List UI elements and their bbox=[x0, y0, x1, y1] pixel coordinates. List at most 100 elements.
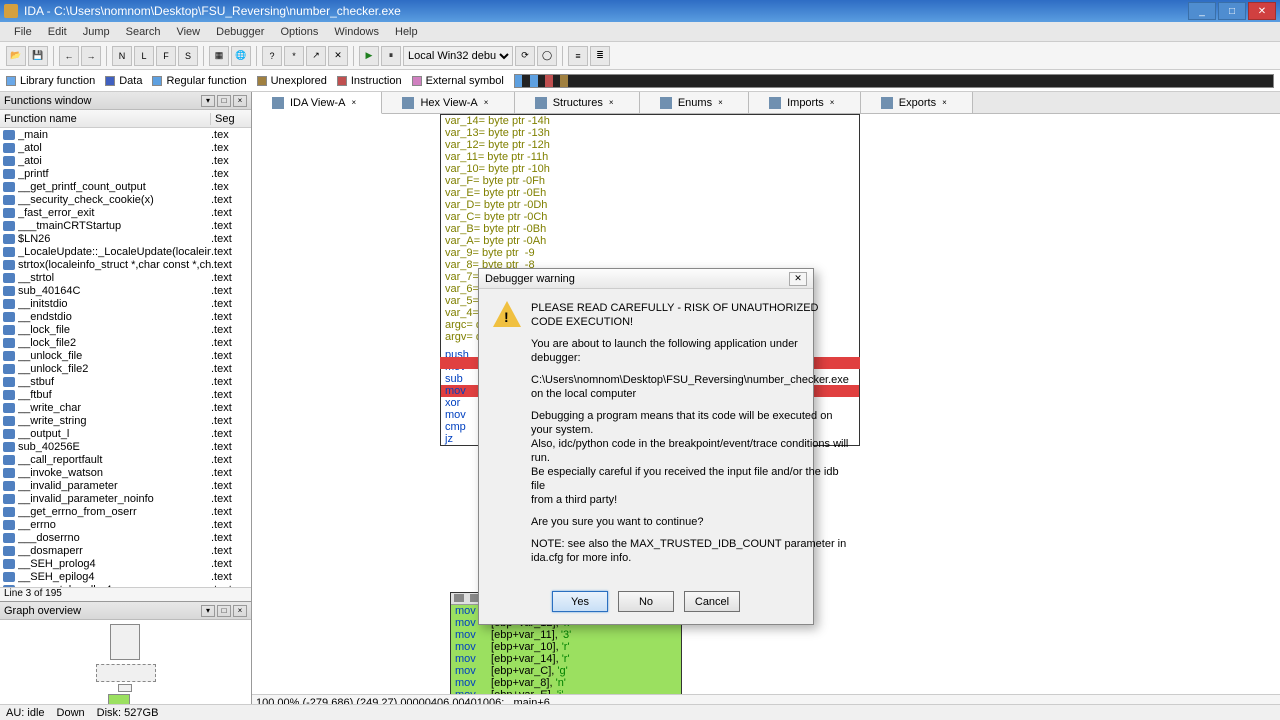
yes-button[interactable]: Yes bbox=[552, 591, 608, 612]
function-row[interactable]: __unlock_file.text bbox=[0, 349, 251, 362]
binary-overview-bar[interactable] bbox=[514, 74, 1274, 88]
open-button[interactable]: 📂 bbox=[6, 46, 26, 66]
tab-structures[interactable]: Structures× bbox=[515, 92, 640, 113]
tool-button[interactable]: ≣ bbox=[590, 46, 610, 66]
tool-button[interactable]: ▦ bbox=[209, 46, 229, 66]
tab-close-button[interactable]: × bbox=[609, 98, 619, 108]
tool-button[interactable]: ↗ bbox=[306, 46, 326, 66]
tab-hex-view-a[interactable]: Hex View-A× bbox=[382, 92, 514, 113]
tab-ida-view-a[interactable]: IDA View-A× bbox=[252, 92, 382, 114]
function-row[interactable]: _fast_error_exit.text bbox=[0, 206, 251, 219]
function-row[interactable]: _printf.tex bbox=[0, 167, 251, 180]
function-row[interactable]: ___doserrno.text bbox=[0, 531, 251, 544]
menu-options[interactable]: Options bbox=[272, 26, 326, 38]
save-button[interactable]: 💾 bbox=[28, 46, 48, 66]
close-button[interactable]: ✕ bbox=[1248, 2, 1276, 20]
pane-close-button[interactable]: × bbox=[233, 95, 247, 107]
function-row[interactable]: $LN26.text bbox=[0, 232, 251, 245]
function-row[interactable]: __get_printf_count_output.tex bbox=[0, 180, 251, 193]
function-row[interactable]: __SEH_prolog4.text bbox=[0, 557, 251, 570]
minimize-button[interactable]: _ bbox=[1188, 2, 1216, 20]
function-row[interactable]: __write_string.text bbox=[0, 414, 251, 427]
function-row[interactable]: __strtol.text bbox=[0, 271, 251, 284]
forward-button[interactable]: → bbox=[81, 46, 101, 66]
function-row[interactable]: __call_reportfault.text bbox=[0, 453, 251, 466]
pane-menu-button[interactable]: ▾ bbox=[201, 95, 215, 107]
legend-swatch bbox=[412, 76, 422, 86]
function-name: _atol bbox=[18, 142, 211, 154]
function-row[interactable]: __unlock_file2.text bbox=[0, 362, 251, 375]
function-row[interactable]: __invalid_parameter.text bbox=[0, 479, 251, 492]
function-row[interactable]: __errno.text bbox=[0, 518, 251, 531]
dialog-titlebar[interactable]: Debugger warning ✕ bbox=[479, 269, 813, 289]
col-segment[interactable]: Seg bbox=[211, 113, 251, 125]
tool-button[interactable]: ⟳ bbox=[515, 46, 535, 66]
tool-button[interactable]: * bbox=[284, 46, 304, 66]
function-row[interactable]: sub_40164C.text bbox=[0, 284, 251, 297]
tool-button[interactable]: N bbox=[112, 46, 132, 66]
tab-imports[interactable]: Imports× bbox=[749, 92, 861, 113]
menu-windows[interactable]: Windows bbox=[326, 26, 387, 38]
function-row[interactable]: __invalid_parameter_noinfo.text bbox=[0, 492, 251, 505]
debugger-selector[interactable]: Local Win32 debugger bbox=[403, 46, 513, 66]
tab-close-button[interactable]: × bbox=[942, 98, 952, 108]
function-row[interactable]: __get_errno_from_oserr.text bbox=[0, 505, 251, 518]
function-row[interactable]: __initstdio.text bbox=[0, 297, 251, 310]
graph-overview-canvas[interactable] bbox=[0, 620, 251, 710]
menu-edit[interactable]: Edit bbox=[40, 26, 75, 38]
function-row[interactable]: __ftbuf.text bbox=[0, 388, 251, 401]
function-row[interactable]: _atoi.tex bbox=[0, 154, 251, 167]
no-button[interactable]: No bbox=[618, 591, 674, 612]
function-row[interactable]: __endstdio.text bbox=[0, 310, 251, 323]
cancel-button[interactable]: Cancel bbox=[684, 591, 740, 612]
menu-view[interactable]: View bbox=[168, 26, 208, 38]
dialog-close-button[interactable]: ✕ bbox=[789, 272, 807, 286]
functions-list[interactable]: _main.tex_atol.tex_atoi.tex_printf.tex__… bbox=[0, 128, 251, 587]
function-row[interactable]: __lock_file.text bbox=[0, 323, 251, 336]
tab-close-button[interactable]: × bbox=[351, 98, 361, 108]
function-row[interactable]: _atol.tex bbox=[0, 141, 251, 154]
function-row[interactable]: __write_char.text bbox=[0, 401, 251, 414]
function-row[interactable]: __lock_file2.text bbox=[0, 336, 251, 349]
pane-restore-button[interactable]: □ bbox=[217, 95, 231, 107]
menu-search[interactable]: Search bbox=[118, 26, 169, 38]
dialog-heading: PLEASE READ CAREFULLY - RISK OF UNAUTHOR… bbox=[531, 301, 849, 329]
tool-button[interactable]: ✕ bbox=[328, 46, 348, 66]
function-row[interactable]: _LocaleUpdate::_LocaleUpdate(localeinfo_… bbox=[0, 245, 251, 258]
pane-close-button[interactable]: × bbox=[233, 605, 247, 617]
tab-close-button[interactable]: × bbox=[484, 98, 494, 108]
col-function-name[interactable]: Function name bbox=[0, 113, 211, 125]
tool-button[interactable]: ? bbox=[262, 46, 282, 66]
pause-button[interactable]: ⏸ bbox=[381, 46, 401, 66]
tab-exports[interactable]: Exports× bbox=[861, 92, 973, 113]
function-row[interactable]: ___tmainCRTStartup.text bbox=[0, 219, 251, 232]
menu-jump[interactable]: Jump bbox=[75, 26, 118, 38]
tool-button[interactable]: ≡ bbox=[568, 46, 588, 66]
function-segment: .text bbox=[211, 389, 251, 401]
function-row[interactable]: __output_l.text bbox=[0, 427, 251, 440]
function-row[interactable]: __security_check_cookie(x).text bbox=[0, 193, 251, 206]
function-row[interactable]: __invoke_watson.text bbox=[0, 466, 251, 479]
tab-close-button[interactable]: × bbox=[718, 98, 728, 108]
function-row[interactable]: sub_40256E.text bbox=[0, 440, 251, 453]
menu-file[interactable]: File bbox=[6, 26, 40, 38]
back-button[interactable]: ← bbox=[59, 46, 79, 66]
run-button[interactable]: ▶ bbox=[359, 46, 379, 66]
tab-close-button[interactable]: × bbox=[830, 98, 840, 108]
pane-restore-button[interactable]: □ bbox=[217, 605, 231, 617]
tab-enums[interactable]: Enums× bbox=[640, 92, 749, 113]
pane-menu-button[interactable]: ▾ bbox=[201, 605, 215, 617]
function-row[interactable]: _main.tex bbox=[0, 128, 251, 141]
tool-button[interactable]: F bbox=[156, 46, 176, 66]
tool-button[interactable]: S bbox=[178, 46, 198, 66]
function-row[interactable]: __dosmaperr.text bbox=[0, 544, 251, 557]
function-row[interactable]: __SEH_epilog4.text bbox=[0, 570, 251, 583]
menu-help[interactable]: Help bbox=[387, 26, 426, 38]
menu-debugger[interactable]: Debugger bbox=[208, 26, 272, 38]
maximize-button[interactable]: □ bbox=[1218, 2, 1246, 20]
function-row[interactable]: strtox(localeinfo_struct *,char const *,… bbox=[0, 258, 251, 271]
tool-button[interactable]: L bbox=[134, 46, 154, 66]
tool-button[interactable]: 🌐 bbox=[231, 46, 251, 66]
function-row[interactable]: __stbuf.text bbox=[0, 375, 251, 388]
tool-button[interactable]: ◯ bbox=[537, 46, 557, 66]
